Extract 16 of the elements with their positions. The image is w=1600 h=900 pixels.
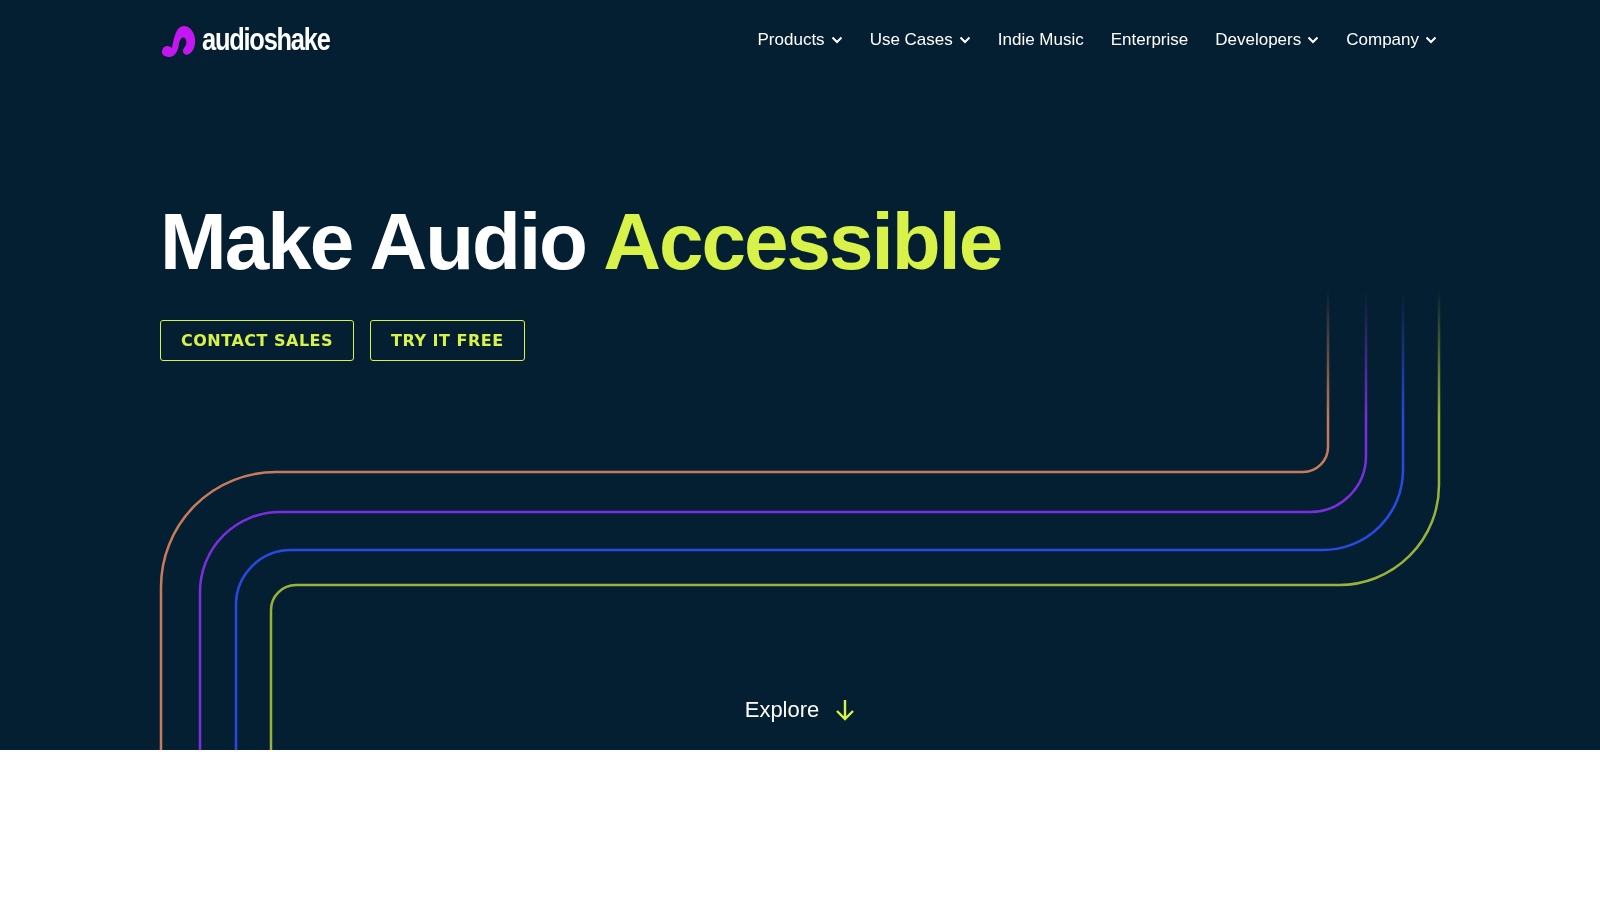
hero-headline: Make Audio Accessible (160, 202, 1003, 282)
chevron-down-icon (830, 36, 843, 44)
chevron-down-icon (1307, 36, 1320, 44)
nav-link[interactable]: Enterprise (1110, 30, 1189, 50)
nav-link[interactable]: Developers (1215, 30, 1320, 50)
try-free-button[interactable]: TRY IT FREE (370, 320, 525, 361)
logo-wordmark[interactable]: audioshake (202, 22, 330, 58)
chevron-down-icon (1425, 36, 1437, 44)
nav-link[interactable]: Company (1346, 30, 1437, 50)
chevron-down-icon (958, 36, 971, 44)
arrow-down-icon (835, 698, 856, 722)
nav-link[interactable]: Use Cases (869, 30, 971, 50)
nav-link[interactable]: Indie Music (997, 30, 1084, 50)
nav-link[interactable]: Products (757, 30, 843, 50)
explore-link[interactable]: Explore (744, 697, 856, 723)
contact-sales-button[interactable]: CONTACT SALES (160, 320, 355, 361)
